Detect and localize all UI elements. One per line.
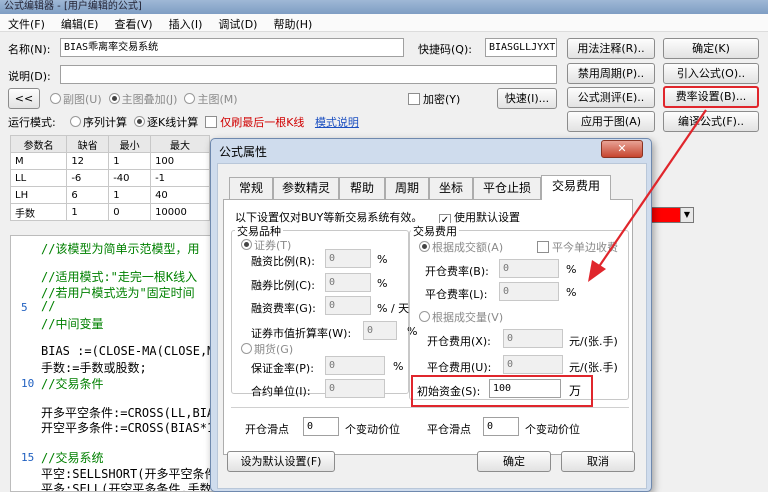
- annotation-arrow: [588, 109, 707, 282]
- arrow-head: [588, 260, 606, 282]
- tab-trading-fees[interactable]: 交易费用: [541, 175, 611, 200]
- arrow-line: [597, 109, 707, 269]
